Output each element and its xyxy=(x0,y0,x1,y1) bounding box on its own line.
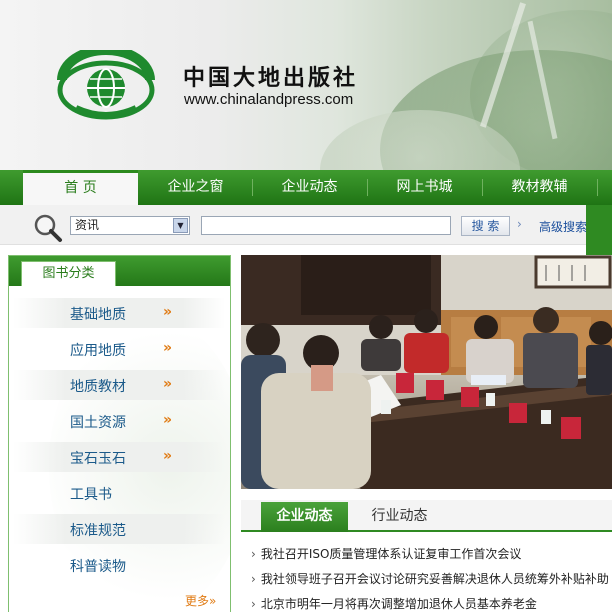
news-tabs: 企业动态 行业动态 xyxy=(241,500,612,532)
category-item[interactable]: 地质教材 » xyxy=(13,370,225,400)
category-item[interactable]: 科普读物 xyxy=(13,550,225,580)
category-label[interactable]: 宝石玉石 xyxy=(70,448,126,468)
page: 中国大地出版社 www.chinalandpress.com 首 页 企业之窗 … xyxy=(0,0,612,612)
search-bar: 资讯 ▼ 搜 索 › 高级搜索 xyxy=(0,205,612,245)
search-category-select[interactable]: 资讯 ▼ xyxy=(70,216,190,235)
more-link[interactable]: 更多» xyxy=(185,592,216,609)
double-chevron-icon: » xyxy=(163,448,173,464)
nav-item-company[interactable]: 企业之窗 xyxy=(139,170,252,205)
book-category-panel: 图书分类 基础地质 » 应用地质 » 地质教材 » 国土资源 » 宝石玉石 » … xyxy=(8,255,231,612)
publisher-url: www.chinalandpress.com xyxy=(184,91,354,108)
double-chevron-icon: » xyxy=(163,340,173,356)
category-item[interactable]: 宝石玉石 » xyxy=(13,442,225,472)
meeting-photo xyxy=(241,255,612,489)
category-item[interactable]: 国土资源 » xyxy=(13,406,225,436)
category-label[interactable]: 地质教材 xyxy=(70,376,126,396)
search-icon xyxy=(34,214,62,242)
nav-item-bookstore[interactable]: 网上书城 xyxy=(368,170,481,205)
bullet-icon: › xyxy=(251,597,256,611)
news-title[interactable]: 北京市明年一月将再次调整增加退休人员基本养老金 xyxy=(261,597,537,611)
search-button[interactable]: 搜 索 xyxy=(461,216,510,236)
chevron-down-icon[interactable]: ▼ xyxy=(173,218,188,233)
double-chevron-icon: » xyxy=(163,304,173,320)
main-nav: 首 页 企业之窗 企业动态 网上书城 教材教辅 xyxy=(0,170,612,205)
tab-industry-news[interactable]: 行业动态 xyxy=(356,502,443,532)
bullet-icon: › xyxy=(251,547,256,561)
category-label[interactable]: 科普读物 xyxy=(70,556,126,576)
publisher-logo[interactable] xyxy=(54,50,158,120)
category-label[interactable]: 基础地质 xyxy=(70,304,126,324)
category-label[interactable]: 标准规范 xyxy=(70,520,126,540)
nav-divider xyxy=(597,179,598,196)
category-item[interactable]: 基础地质 » xyxy=(13,298,225,328)
category-item[interactable]: 工具书 xyxy=(13,478,225,508)
bullet-icon: › xyxy=(251,572,256,586)
tab-company-news[interactable]: 企业动态 xyxy=(261,502,348,532)
search-input[interactable] xyxy=(201,216,451,235)
category-item[interactable]: 应用地质 » xyxy=(13,334,225,364)
chevron-right-icon: › xyxy=(517,217,522,231)
panel-header: 图书分类 xyxy=(9,256,230,286)
nav-item-textbooks[interactable]: 教材教辅 xyxy=(483,170,596,205)
news-list-item[interactable]: › 我社领导班子召开会议讨论研究妥善解决退休人员统筹外补贴补助 xyxy=(251,570,609,587)
category-item[interactable]: 标准规范 xyxy=(13,514,225,544)
news-list-item[interactable]: › 北京市明年一月将再次调整增加退休人员基本养老金 xyxy=(251,595,537,612)
news-panel: 企业动态 行业动态 › 我社召开ISO质量管理体系认证复审工作首次会议 › 我社领导… xyxy=(241,500,612,612)
header-banner: 中国大地出版社 www.chinalandpress.com xyxy=(0,0,612,170)
category-label[interactable]: 工具书 xyxy=(70,484,112,504)
nav-item-home[interactable]: 首 页 xyxy=(23,170,138,205)
featured-news-photo[interactable] xyxy=(241,255,612,489)
news-list-item[interactable]: › 我社召开ISO质量管理体系认证复审工作首次会议 xyxy=(251,545,521,562)
advanced-search-link[interactable]: 高级搜索 xyxy=(539,218,587,235)
panel-title: 图书分类 xyxy=(21,261,116,286)
double-chevron-icon: » xyxy=(163,412,173,428)
news-title[interactable]: 我社领导班子召开会议讨论研究妥善解决退休人员统筹外补贴补助 xyxy=(261,572,609,586)
news-title[interactable]: 我社召开ISO质量管理体系认证复审工作首次会议 xyxy=(261,547,522,561)
category-label[interactable]: 国土资源 xyxy=(70,412,126,432)
nav-item-company-news[interactable]: 企业动态 xyxy=(253,170,366,205)
search-category-value: 资讯 xyxy=(75,218,100,232)
category-label[interactable]: 应用地质 xyxy=(70,340,126,360)
publisher-name: 中国大地出版社 xyxy=(183,65,359,91)
double-chevron-icon: » xyxy=(163,376,173,392)
